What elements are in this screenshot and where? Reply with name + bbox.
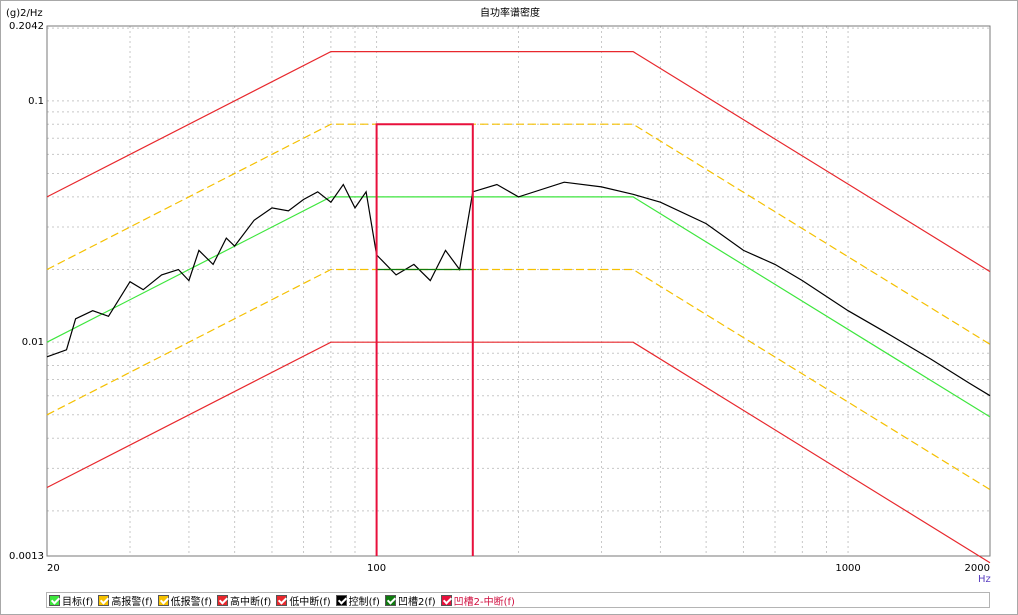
checkbox-icon[interactable] <box>384 594 396 606</box>
x-tick-label: 1000 <box>835 563 860 574</box>
series-line-7 <box>375 123 474 556</box>
x-tick-label: 20 <box>47 563 60 574</box>
grid <box>47 26 990 556</box>
psd-chart: 自功率谱密度 (g)2/Hz Hz 20 100 1000 2000 0.0013 0.0… <box>6 6 991 585</box>
x-axis-label: Hz <box>978 574 991 585</box>
legend-item[interactable]: 低中断(f) <box>276 593 331 608</box>
legend-label: 目标(f) <box>62 596 94 608</box>
legend-label: 凹槽2-中断(f) <box>453 596 515 608</box>
legend-item[interactable]: 目标(f) <box>49 593 93 608</box>
tick-labels: 20 100 1000 2000 0.0013 0.01 0.1 0.2042 <box>9 21 990 574</box>
legend-label: 凹槽2(f) <box>397 596 436 608</box>
x-tick-label: 2000 <box>965 563 990 574</box>
checkbox-icon[interactable] <box>216 594 228 606</box>
y-tick-label: 0.1 <box>28 96 44 107</box>
legend-label: 高中断(f) <box>229 596 272 608</box>
checkbox-icon[interactable] <box>98 594 110 606</box>
legend-item[interactable]: 高报警(f) <box>98 593 153 608</box>
legend-item[interactable]: 低报警(f) <box>157 593 212 608</box>
y-axis-label: (g)2/Hz <box>6 8 43 19</box>
legend-item[interactable]: 凹槽2(f) <box>384 593 436 608</box>
checkbox-icon[interactable] <box>335 594 347 606</box>
chart-title: 自功率谱密度 <box>480 6 540 19</box>
checkbox-icon[interactable] <box>440 594 452 606</box>
legend-label: 低中断(f) <box>289 596 331 608</box>
legend-item[interactable]: 控制(f) <box>335 593 380 608</box>
checkbox-icon[interactable] <box>276 594 288 606</box>
legend-item[interactable]: 凹槽2-中断(f) <box>440 593 515 608</box>
y-tick-label: 0.2042 <box>9 21 44 32</box>
legend-label: 高报警(f) <box>111 596 153 608</box>
legend-label: 控制(f) <box>348 596 380 608</box>
checkbox-icon[interactable] <box>49 594 60 606</box>
checkbox-icon[interactable] <box>157 594 169 606</box>
y-tick-label: 0.0013 <box>9 551 44 562</box>
legend-label: 低报警(f) <box>170 596 212 608</box>
y-tick-label: 0.01 <box>22 337 44 348</box>
series-line-5 <box>46 181 991 397</box>
x-tick-label: 100 <box>367 563 386 574</box>
legend-item[interactable]: 高中断(f) <box>216 593 272 608</box>
legend: 目标(f) 高报警(f) 低报警(f) 高中断(f) 低中断(f) 控制(f) 凹槽2(f)… <box>46 592 990 608</box>
